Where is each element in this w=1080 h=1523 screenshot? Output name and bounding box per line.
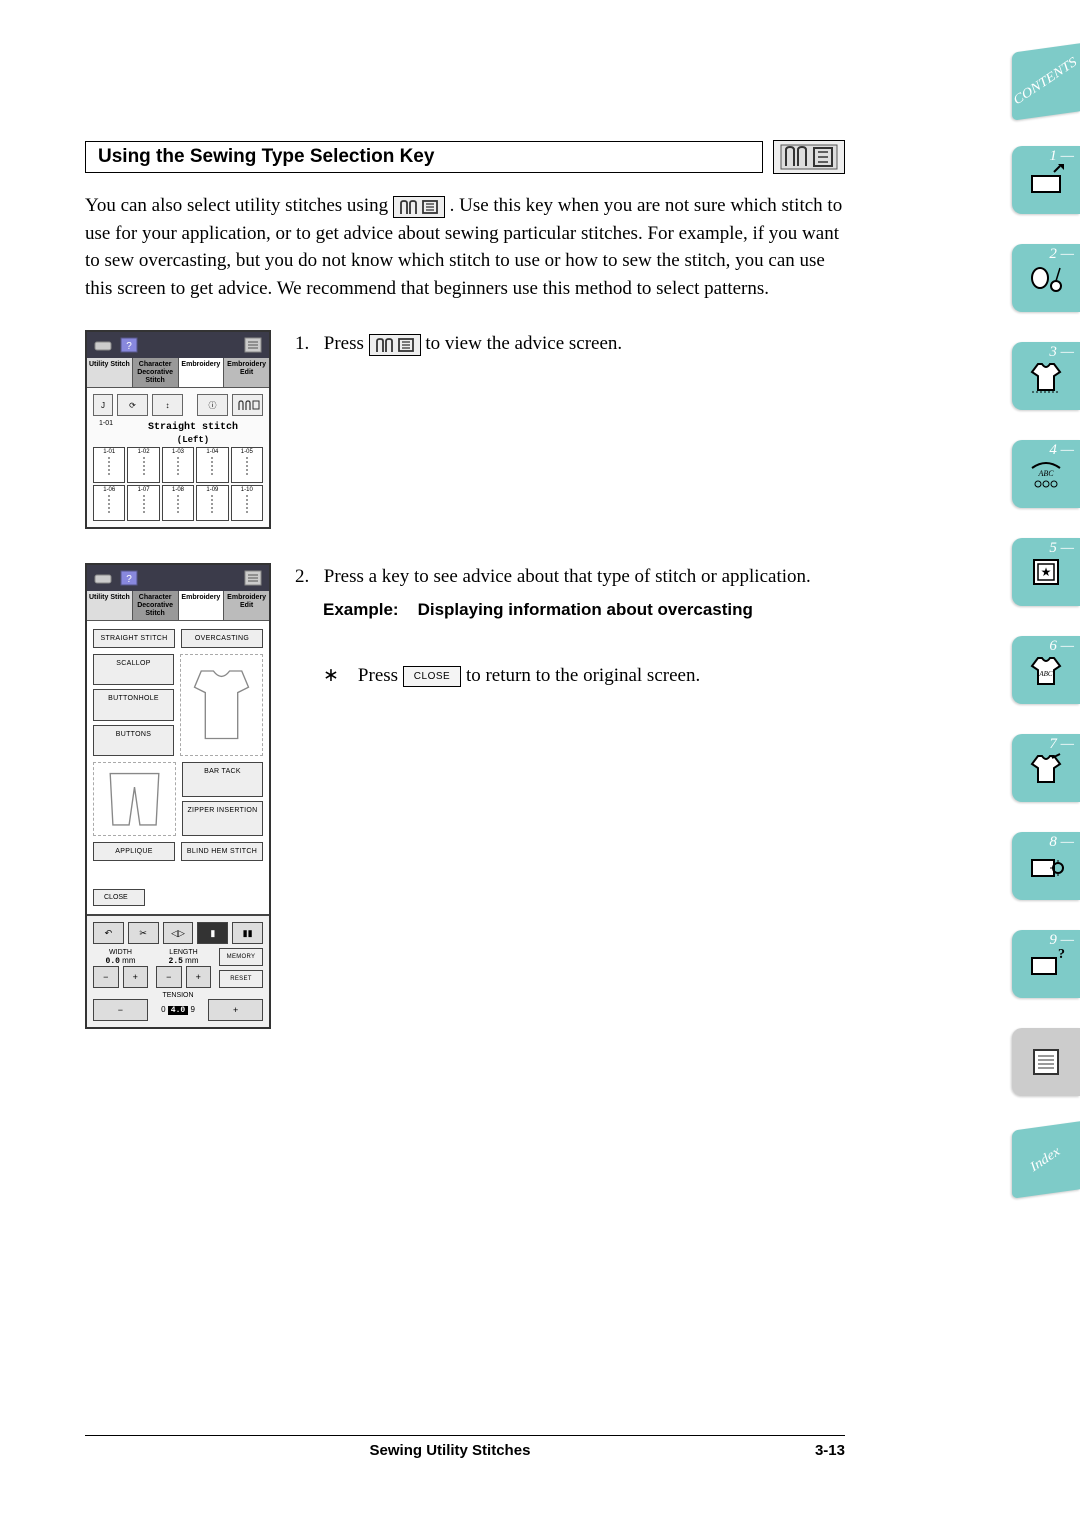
btn-bartack[interactable]: BAR TACK xyxy=(182,762,263,797)
tension-plus[interactable]: + xyxy=(208,999,263,1021)
help-icon: ? xyxy=(119,569,139,587)
tension-label: TENSION xyxy=(93,992,263,999)
step-number-1: 1. xyxy=(295,330,319,359)
help-icon: ? xyxy=(119,336,139,354)
btn-scallop[interactable]: SCALLOP xyxy=(93,654,174,685)
btn-blindhem[interactable]: BLIND HEM STITCH xyxy=(181,842,263,861)
sewing-type-key-icon xyxy=(773,140,845,174)
step-number-2: 2. xyxy=(295,563,319,592)
spool-icon xyxy=(93,569,113,587)
side-tab-5[interactable]: 5 — ★ xyxy=(1012,538,1080,606)
stitch-pattern[interactable]: 1-10 xyxy=(231,485,263,521)
width-label: WIDTH xyxy=(93,949,148,956)
lcd-panel-stitch-select: ? Utility Stitch Character Decorative St… xyxy=(85,330,271,529)
footer-section-title: Sewing Utility Stitches xyxy=(85,1442,815,1459)
stitch-pattern[interactable]: 1-03 xyxy=(162,447,194,483)
tab-utility[interactable]: Utility Stitch xyxy=(87,358,133,387)
intro-paragraph: You can also select utility stitches usi… xyxy=(85,192,845,302)
btn-return[interactable]: ↶ xyxy=(93,922,124,944)
side-tab-3[interactable]: 3 — xyxy=(1012,342,1080,410)
side-tab-1[interactable]: 1 — xyxy=(1012,146,1080,214)
side-tab-6[interactable]: 6 — ABC xyxy=(1012,636,1080,704)
sewing-type-key-mini[interactable] xyxy=(232,394,263,416)
tab-embroidery[interactable]: Embroidery xyxy=(179,358,225,387)
side-tab-7[interactable]: 7 — xyxy=(1012,734,1080,802)
stitch-grid: 1-011-021-031-041-05 1-061-071-081-091-10 xyxy=(93,447,263,521)
stitch-pattern[interactable]: 1-08 xyxy=(162,485,194,521)
tab-embroidery-edit[interactable]: Embroidery Edit xyxy=(224,358,269,387)
info-icon[interactable]: ⓘ xyxy=(197,394,228,416)
svg-text:ABC: ABC xyxy=(1038,670,1053,678)
thread-icon[interactable]: ⟳ xyxy=(117,394,148,416)
stitch-name: Straight stitch xyxy=(123,422,263,433)
side-tab-contents[interactable]: CONTENTS xyxy=(1012,43,1080,121)
side-tab-8[interactable]: 8 — xyxy=(1012,832,1080,900)
svg-text:?!: ?! xyxy=(1058,947,1066,962)
length-minus[interactable]: − xyxy=(156,966,182,988)
section-header-row: Using the Sewing Type Selection Key xyxy=(85,140,845,174)
stitch-pattern[interactable]: 1-05 xyxy=(231,447,263,483)
side-tab-2[interactable]: 2 — xyxy=(1012,244,1080,312)
stitch-pattern[interactable]: 1-09 xyxy=(196,485,228,521)
needle-icon[interactable]: ↕ xyxy=(152,394,183,416)
svg-text:?: ? xyxy=(126,574,132,585)
side-tab-index[interactable]: Index xyxy=(1012,1121,1080,1199)
sewing-type-key-inline-icon xyxy=(369,334,421,356)
stitch-code: 1-01 xyxy=(93,420,119,447)
section-title: Using the Sewing Type Selection Key xyxy=(85,141,763,173)
btn-needle-single[interactable]: ▮ xyxy=(197,922,228,944)
side-nav: CONTENTS 1 — 2 — 3 — 4 — ABC 5 — ★ 6 — A… xyxy=(1012,48,1080,1194)
shirt-illustration xyxy=(180,654,263,756)
tab-character[interactable]: Character Decorative Stitch xyxy=(133,358,179,387)
btn-cut[interactable]: ✂ xyxy=(128,922,159,944)
width-plus[interactable]: + xyxy=(123,966,149,988)
stitch-sub: (Left) xyxy=(123,435,263,445)
btn-reset[interactable]: RESET xyxy=(219,970,263,988)
side-tab-notes[interactable] xyxy=(1012,1028,1080,1096)
btn-overcasting[interactable]: OVERCASTING xyxy=(181,629,263,648)
tension-minus[interactable]: − xyxy=(93,999,148,1021)
page-footer: Sewing Utility Stitches 3-13 xyxy=(85,1435,845,1459)
stitch-pattern[interactable]: 1-02 xyxy=(127,447,159,483)
btn-straight-stitch[interactable]: STRAIGHT STITCH xyxy=(93,629,175,648)
tab-utility[interactable]: Utility Stitch xyxy=(87,591,133,620)
stitch-pattern[interactable]: 1-07 xyxy=(127,485,159,521)
btn-buttonhole[interactable]: BUTTONHOLE xyxy=(93,689,174,720)
btn-applique[interactable]: APPLIQUE xyxy=(93,842,175,861)
tab-embroidery-edit[interactable]: Embroidery Edit xyxy=(224,591,269,620)
svg-text:?: ? xyxy=(126,341,132,352)
spool-icon xyxy=(93,336,113,354)
pants-illustration xyxy=(93,762,176,837)
width-minus[interactable]: − xyxy=(93,966,119,988)
asterisk: ∗ xyxy=(323,665,339,686)
svg-text:★: ★ xyxy=(1041,565,1052,579)
example-text: Displaying information about overcasting xyxy=(418,600,753,619)
btn-zipper[interactable]: ZIPPER INSERTION xyxy=(182,801,263,836)
stitch-pattern[interactable]: 1-04 xyxy=(196,447,228,483)
list-icon xyxy=(243,569,263,587)
lcd-panel-advice: ? Utility Stitch Character Decorative St… xyxy=(85,563,271,1029)
stitch-pattern[interactable]: 1-01 xyxy=(93,447,125,483)
tab-embroidery[interactable]: Embroidery xyxy=(179,591,225,620)
side-tab-9[interactable]: 9 — ?! xyxy=(1012,930,1080,998)
page-number: 3-13 xyxy=(815,1442,845,1459)
btn-mirror[interactable]: ◁▷ xyxy=(163,922,194,944)
btn-close[interactable]: CLOSE xyxy=(93,889,145,906)
btn-buttons[interactable]: BUTTONS xyxy=(93,725,174,756)
list-icon xyxy=(243,336,263,354)
side-tab-4[interactable]: 4 — ABC xyxy=(1012,440,1080,508)
sewing-type-key-inline-icon xyxy=(393,196,445,218)
svg-text:ABC: ABC xyxy=(1037,469,1054,478)
length-label: LENGTH xyxy=(156,949,211,956)
step-1-row: ? Utility Stitch Character Decorative St… xyxy=(85,330,845,529)
btn-memory[interactable]: MEMORY xyxy=(219,948,263,966)
stitch-pattern[interactable]: 1-06 xyxy=(93,485,125,521)
example-label: Example: xyxy=(323,600,399,619)
foot-j-icon: J xyxy=(93,394,113,416)
tab-character[interactable]: Character Decorative Stitch xyxy=(133,591,179,620)
close-key-inline: CLOSE xyxy=(403,666,461,687)
btn-needle-twin[interactable]: ▮▮ xyxy=(232,922,263,944)
length-plus[interactable]: + xyxy=(186,966,212,988)
step-2-row: ? Utility Stitch Character Decorative St… xyxy=(85,563,845,1029)
